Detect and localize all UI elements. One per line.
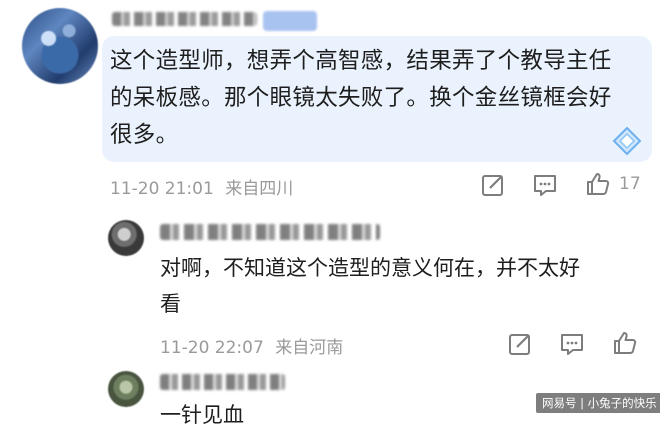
- comment-icon[interactable]: [532, 172, 558, 198]
- comment-text: 这个造型师，想弄个高智感，结果弄了个教导主任 的呆板感。那个眼镜太失败了。换个金…: [110, 48, 612, 148]
- comment-meta: 11-20 21:01 来自四川: [110, 174, 293, 199]
- reply-avatar[interactable]: [108, 371, 144, 407]
- avatar[interactable]: [22, 8, 98, 84]
- comment-location: 来自四川: [225, 179, 294, 199]
- reply-text: 对啊，不知道这个造型的意义何在，并不太好 看: [160, 256, 580, 316]
- reply-location: 来自河南: [275, 338, 344, 358]
- username-blurred[interactable]: [112, 12, 257, 26]
- reply-text-partial: 一针见血: [160, 403, 244, 427]
- comment-time: 11-20 21:01: [110, 179, 214, 199]
- reply-username-blurred[interactable]: [160, 224, 380, 240]
- edit-icon[interactable]: [480, 172, 506, 198]
- reply-time: 11-20 22:07: [160, 338, 264, 358]
- diamond-icon: [612, 126, 642, 156]
- reply-username-blurred[interactable]: [160, 374, 285, 390]
- like-icon[interactable]: [612, 330, 638, 356]
- edit-icon[interactable]: [507, 331, 533, 357]
- watermark: 网易号 | 小兔子的快乐: [536, 393, 660, 413]
- like-count: 17: [619, 174, 641, 194]
- comment-icon[interactable]: [559, 331, 585, 357]
- reply-avatar[interactable]: [108, 220, 144, 256]
- reply-meta: 11-20 22:07 来自河南: [160, 333, 343, 358]
- user-badge: [263, 11, 317, 31]
- like-icon[interactable]: [585, 171, 611, 197]
